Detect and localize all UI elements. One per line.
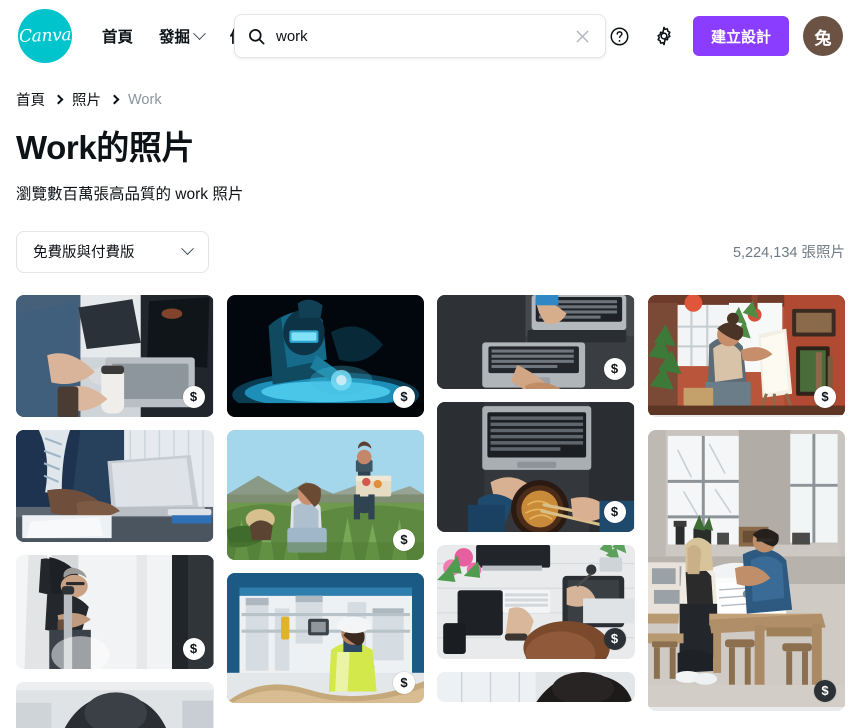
canva-logo[interactable]: Canva bbox=[18, 9, 72, 63]
premium-badge: $ bbox=[603, 627, 626, 650]
nav-item-home-label: 首頁 bbox=[102, 29, 134, 46]
premium-badge: $ bbox=[393, 528, 415, 551]
license-filter-dropdown[interactable]: 免費版與付費版 bbox=[16, 230, 209, 273]
premium-badge: $ bbox=[182, 385, 205, 408]
chevron-down-icon bbox=[193, 26, 206, 40]
premium-badge: $ bbox=[603, 357, 626, 380]
breadcrumb-item-home[interactable]: 首頁 bbox=[16, 89, 45, 110]
nav-item-discover[interactable]: 發掘 bbox=[159, 25, 206, 47]
gear-icon[interactable] bbox=[649, 21, 679, 51]
search-input[interactable] bbox=[276, 27, 569, 45]
photo-tile[interactable]: $ bbox=[226, 429, 424, 560]
nav-item-discover-label: 發掘 bbox=[159, 29, 191, 46]
photo-art-businessman-laptop bbox=[16, 429, 214, 542]
photo-tile[interactable]: $ bbox=[437, 401, 635, 532]
premium-badge: $ bbox=[393, 671, 415, 694]
grid-column-4: $ $ bbox=[647, 294, 845, 728]
page-title: Work的照片 bbox=[16, 129, 195, 166]
grid-column-2: $ $ $ bbox=[226, 294, 424, 728]
photo-tile[interactable]: $ bbox=[16, 294, 214, 417]
photo-tile[interactable]: $ bbox=[437, 294, 635, 389]
help-icon[interactable] bbox=[605, 21, 635, 51]
grid-column-1: $ $ bbox=[16, 294, 214, 728]
chevron-right-icon bbox=[109, 94, 120, 105]
chevron-right-icon bbox=[53, 94, 64, 105]
photo-grid: $ $ $ $ $ $ $ $ $ $ bbox=[16, 294, 845, 728]
photo-tile[interactable]: $ bbox=[226, 572, 424, 703]
photo-tile[interactable]: $ bbox=[647, 429, 845, 711]
photo-art-studio-table-meeting bbox=[647, 429, 845, 708]
premium-badge: $ bbox=[814, 679, 836, 702]
create-design-button[interactable]: 建立設計 bbox=[692, 16, 789, 56]
filter-row: 免費版與付費版 5,224,134 張照片 bbox=[16, 230, 845, 273]
photo-tile[interactable]: $ bbox=[226, 294, 424, 417]
photo-tile[interactable]: $ bbox=[647, 294, 845, 417]
main-nav: 首頁 發掘 價 bbox=[102, 25, 246, 47]
photo-tile[interactable] bbox=[16, 681, 214, 728]
premium-badge: $ bbox=[814, 385, 836, 408]
avatar[interactable]: 兔 bbox=[803, 16, 843, 56]
premium-badge: $ bbox=[603, 500, 626, 523]
breadcrumb-item-current: Work bbox=[128, 91, 162, 108]
grid-column-3: $ $ $ bbox=[437, 294, 635, 728]
photo-tile[interactable] bbox=[16, 429, 214, 542]
photo-tile[interactable]: $ bbox=[16, 554, 214, 669]
breadcrumb: 首頁 照片 Work bbox=[16, 72, 845, 110]
breadcrumb-item-photos[interactable]: 照片 bbox=[72, 89, 101, 110]
photo-art-partial-bottom bbox=[16, 681, 214, 728]
canva-logo-text: Canva bbox=[18, 25, 72, 47]
photo-art-partial-interior bbox=[437, 671, 635, 702]
premium-badge: $ bbox=[182, 637, 205, 660]
license-filter-label: 免費版與付費版 bbox=[33, 245, 135, 262]
result-count: 5,224,134 張照片 bbox=[732, 245, 845, 262]
search-icon bbox=[247, 27, 266, 46]
photo-tile[interactable] bbox=[437, 671, 635, 702]
clear-search-icon[interactable] bbox=[569, 23, 595, 49]
premium-badge: $ bbox=[393, 385, 415, 408]
page-subtitle: 瀏覽數百萬張高品質的 work 照片 bbox=[16, 185, 244, 203]
search-bar[interactable] bbox=[234, 14, 606, 58]
chevron-down-icon bbox=[181, 242, 194, 256]
photo-tile[interactable]: $ bbox=[437, 544, 635, 659]
app-header: Canva 首頁 發掘 價 bbox=[0, 0, 861, 72]
page-content: 首頁 照片 Work Work的照片 瀏覽數百萬張高品質的 work 照片 免費… bbox=[0, 72, 861, 728]
nav-item-home[interactable]: 首頁 bbox=[102, 25, 133, 47]
header-actions: 建立設計 兔 bbox=[605, 16, 845, 56]
